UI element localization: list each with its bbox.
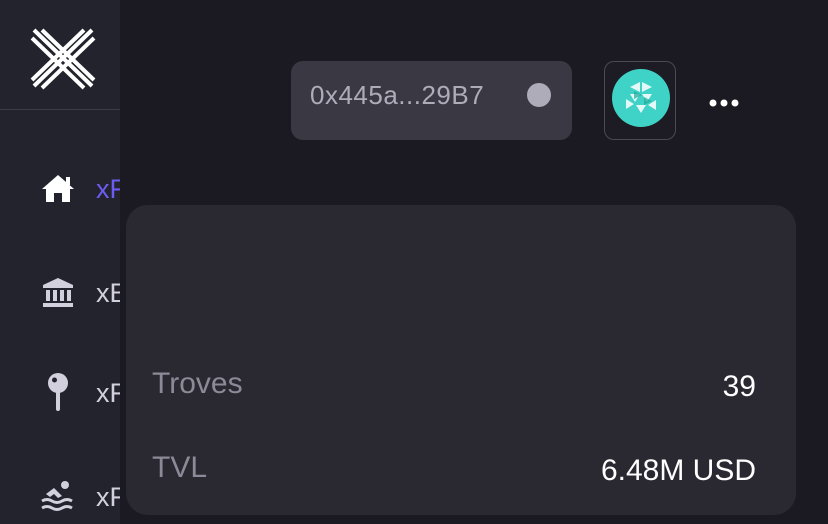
wallet-status-dot — [527, 83, 551, 107]
pool-icon — [40, 478, 76, 514]
account-avatar-button[interactable] — [604, 61, 676, 140]
home-icon — [40, 170, 76, 206]
wallet-address: 0x445a...29B7 — [310, 80, 485, 110]
nav-item-bank[interactable]: xE — [0, 266, 120, 316]
nav-item-label: xE — [96, 278, 120, 308]
tvl-value: 6.48M USD — [600, 454, 756, 487]
more-options-button[interactable] — [704, 88, 744, 118]
sidebar: xF xE xF xF — [0, 0, 120, 524]
stats-card: Troves 39 TVL 6.48M USD — [126, 205, 796, 515]
bank-icon — [40, 274, 76, 310]
nav-item-label: xF — [96, 174, 120, 204]
troves-label: Troves — [152, 367, 243, 400]
pin-icon — [40, 373, 76, 411]
app-logo[interactable] — [28, 26, 98, 90]
troves-value: 39 — [722, 370, 756, 403]
tvl-label: TVL — [152, 451, 208, 484]
nav-item-pool[interactable]: xF — [0, 470, 120, 520]
logo-divider — [0, 109, 120, 110]
nav-item-pin[interactable]: xF — [0, 366, 120, 416]
more-dots-icon — [709, 94, 739, 112]
nav-item-label: xF — [96, 378, 120, 408]
wallet-button[interactable]: 0x445a...29B7 — [291, 61, 572, 140]
nav-item-home[interactable]: xF — [0, 162, 120, 212]
nav-item-label: xF — [96, 482, 120, 512]
avatar — [612, 69, 670, 127]
